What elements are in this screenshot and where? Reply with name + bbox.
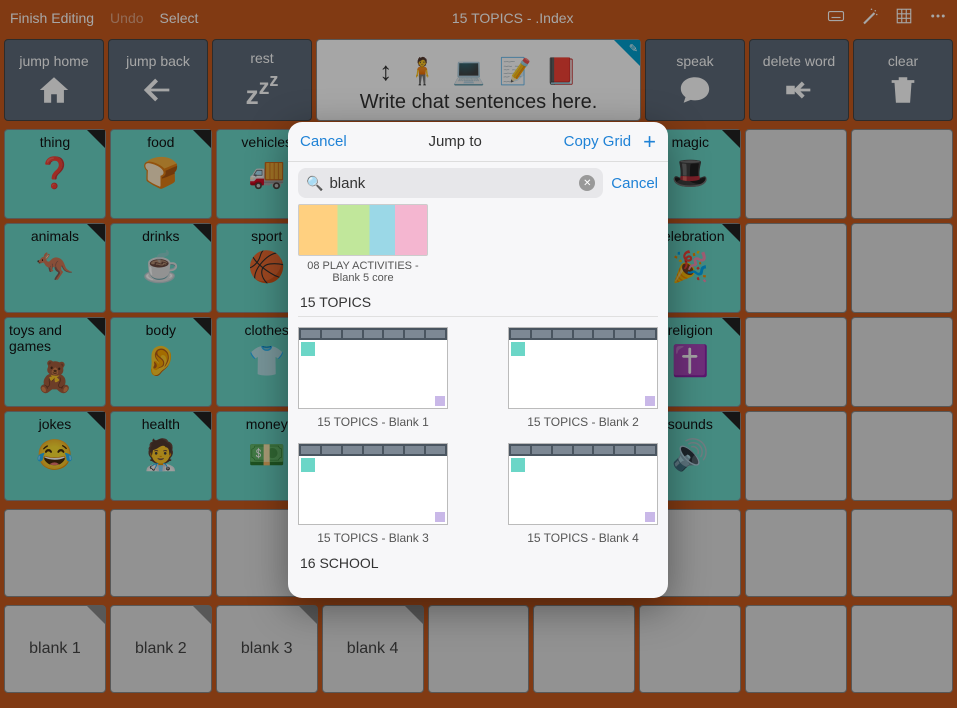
modal-body[interactable]: 08 PLAY ACTIVITIES - Blank 5 core 15 TOP… (288, 204, 668, 598)
grid-thumbnail (298, 327, 448, 409)
modal-cancel-button[interactable]: Cancel (300, 133, 347, 150)
section-header: 15 TOPICS (298, 284, 658, 317)
result-label: 15 TOPICS - Blank 4 (508, 531, 658, 545)
modal-header: Cancel Jump to Copy Grid + (288, 122, 668, 162)
add-button[interactable]: + (643, 129, 656, 155)
search-cancel-button[interactable]: Cancel (611, 175, 658, 192)
modal-title: Jump to (347, 133, 564, 150)
result-item[interactable]: 15 TOPICS - Blank 4 (508, 443, 658, 545)
result-item[interactable]: 15 TOPICS - Blank 2 (508, 327, 658, 429)
grid-thumbnail (508, 327, 658, 409)
search-input[interactable] (329, 175, 573, 192)
result-label: 15 TOPICS - Blank 2 (508, 415, 658, 429)
grid-thumbnail (508, 443, 658, 525)
section-header: 16 SCHOOL (298, 545, 658, 577)
grid-thumbnail (298, 443, 448, 525)
result-label: 08 PLAY ACTIVITIES - Blank 5 core (298, 260, 428, 284)
result-label: 15 TOPICS - Blank 1 (298, 415, 448, 429)
search-icon: 🔍 (306, 175, 323, 192)
result-item[interactable]: 08 PLAY ACTIVITIES - Blank 5 core (298, 204, 428, 284)
search-box[interactable]: 🔍 ✕ (298, 168, 603, 198)
copy-grid-button[interactable]: Copy Grid (564, 133, 632, 150)
clear-search-icon[interactable]: ✕ (579, 175, 595, 191)
search-row: 🔍 ✕ Cancel (288, 162, 668, 204)
result-item[interactable]: 15 TOPICS - Blank 3 (298, 443, 448, 545)
result-label: 15 TOPICS - Blank 3 (298, 531, 448, 545)
grid-thumbnail (298, 204, 428, 256)
result-item[interactable]: 15 TOPICS - Blank 1 (298, 327, 448, 429)
jump-to-modal: Cancel Jump to Copy Grid + 🔍 ✕ Cancel 08… (288, 122, 668, 598)
